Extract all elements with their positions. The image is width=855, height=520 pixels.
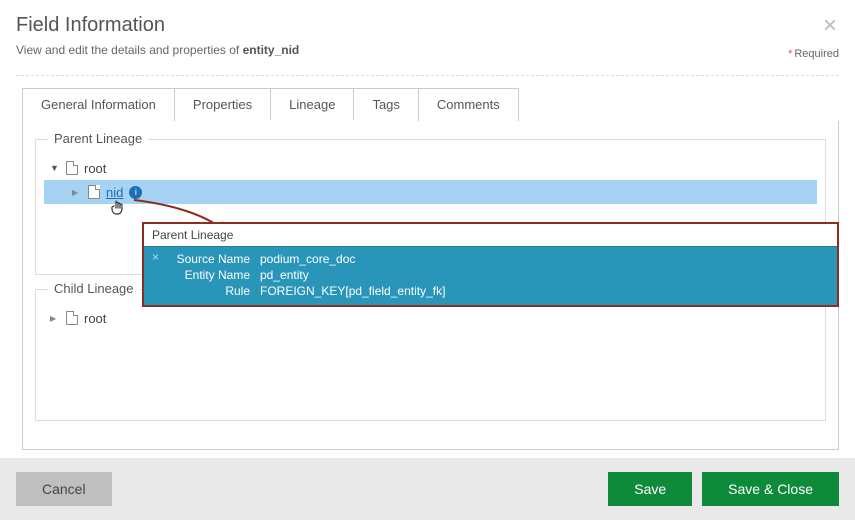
popup-row-value: FOREIGN_KEY[pd_field_entity_fk] <box>260 284 445 298</box>
required-indicator: *Required <box>788 48 839 60</box>
popup-close-icon[interactable]: × <box>152 250 159 264</box>
tab-comments[interactable]: Comments <box>418 88 519 121</box>
tree-row-root[interactable]: root <box>44 306 817 330</box>
dialog-title: Field Information <box>16 14 839 37</box>
close-icon[interactable]: × <box>823 14 837 38</box>
popup-row: Source Name podium_core_doc <box>144 251 837 267</box>
caret-right-icon[interactable] <box>50 313 60 324</box>
file-icon <box>66 161 78 175</box>
tab-properties[interactable]: Properties <box>174 88 271 121</box>
tree-row-root[interactable]: root <box>44 156 817 180</box>
tree-node-label: root <box>84 311 106 326</box>
popup-body: × Source Name podium_core_doc Entity Nam… <box>144 246 837 305</box>
tree-node-link[interactable]: nid <box>106 185 123 200</box>
dialog-subtitle: View and edit the details and properties… <box>16 43 839 57</box>
popup-title: Parent Lineage <box>144 224 837 246</box>
child-lineage-label: Child Lineage <box>48 281 140 296</box>
popup-row: Entity Name pd_entity <box>144 267 837 283</box>
tab-general[interactable]: General Information <box>22 88 175 121</box>
popup-row-key: Source Name <box>156 252 250 266</box>
tab-tags[interactable]: Tags <box>353 88 418 121</box>
tree-node-label: root <box>84 161 106 176</box>
popup-row: Rule FOREIGN_KEY[pd_field_entity_fk] <box>144 283 837 299</box>
popup-row-key: Entity Name <box>156 268 250 282</box>
lineage-detail-popup: Parent Lineage × Source Name podium_core… <box>142 222 839 307</box>
parent-lineage-tree: root nid i <box>44 156 817 204</box>
file-icon <box>88 185 100 199</box>
tab-lineage[interactable]: Lineage <box>270 88 354 121</box>
child-lineage-tree: root <box>44 306 817 330</box>
caret-down-icon[interactable] <box>50 163 60 174</box>
info-icon[interactable]: i <box>129 186 142 199</box>
save-and-close-button[interactable]: Save & Close <box>702 472 839 506</box>
caret-right-icon[interactable] <box>72 187 82 198</box>
file-icon <box>66 311 78 325</box>
popup-row-key: Rule <box>156 284 250 298</box>
divider <box>16 75 839 76</box>
popup-row-value: podium_core_doc <box>260 252 355 266</box>
parent-lineage-label: Parent Lineage <box>48 131 148 146</box>
child-lineage-group: Child Lineage root <box>35 289 826 421</box>
cancel-button[interactable]: Cancel <box>16 472 112 506</box>
save-button[interactable]: Save <box>608 472 692 506</box>
dialog-header: Field Information View and edit the deta… <box>0 0 855 63</box>
dialog-footer: Cancel Save Save & Close <box>0 458 855 520</box>
popup-row-value: pd_entity <box>260 268 309 282</box>
tree-row-nid[interactable]: nid i <box>44 180 817 204</box>
tab-bar: General Information Properties Lineage T… <box>22 88 855 121</box>
asterisk-icon: * <box>788 48 792 60</box>
